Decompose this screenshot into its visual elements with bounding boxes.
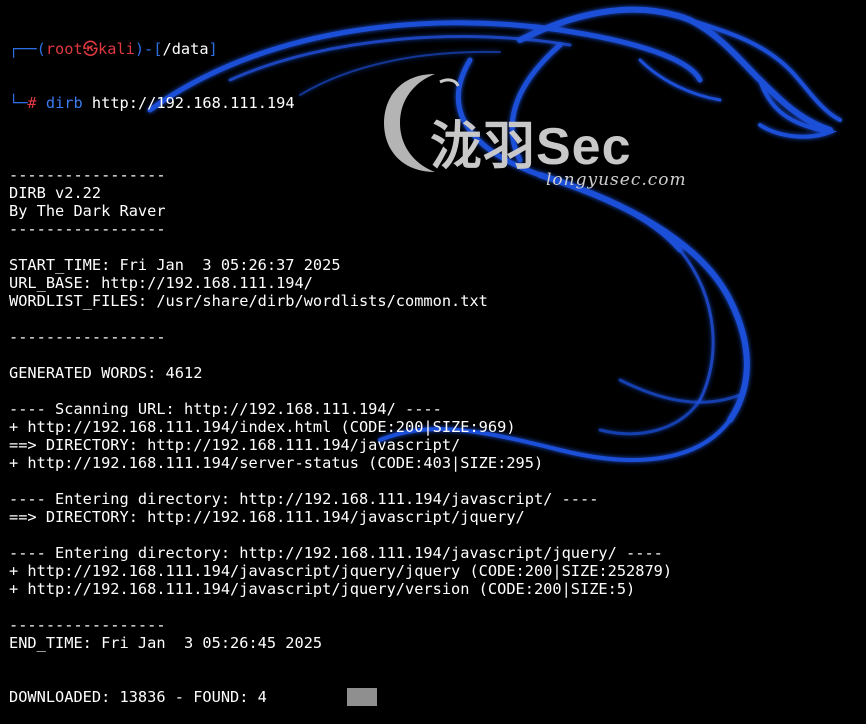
output-line: URL_BASE: http://192.168.111.194/ [9,274,313,292]
output-line: ==> DIRECTORY: http://192.168.111.194/ja… [9,436,461,454]
prompt-line-1: ┌──(root㉿kali)-[/data] [9,40,672,58]
output-line: + http://192.168.111.194/server-status (… [9,454,544,472]
output-line: ----------------- [9,616,166,634]
command-args: http://192.168.111.194 [91,94,295,112]
output-line: + http://192.168.111.194/javascript/jque… [9,580,636,598]
command-name: dirb [45,94,83,112]
output-line: ---- Entering directory: http://192.168.… [9,544,663,562]
output-line: ----------------- [9,220,166,238]
terminal-output: ┌──(root㉿kali)-[/data] └─# dirb http://1… [9,4,672,724]
prompt-mid: )-[ [134,40,163,58]
prompt-host: kali [98,40,135,58]
prompt-second-prefix: └─ [9,94,28,112]
output-block: ----------------- DIRB v2.22 By The Dark R… [9,148,672,652]
downloaded-line: DOWNLOADED: 13836 - FOUND: 4 [9,688,672,706]
prompt-close: ] [208,40,218,58]
output-line: WORDLIST_FILES: /usr/share/dirb/wordlist… [9,292,488,310]
output-line: By The Dark Raver [9,202,166,220]
output-line: + http://192.168.111.194/index.html (COD… [9,418,516,436]
output-line: START_TIME: Fri Jan 3 05:26:37 2025 [9,256,341,274]
skull-icon: ㉿ [82,40,98,58]
prompt-line-2: └─# dirb http://192.168.111.194 [9,94,672,112]
output-line: END_TIME: Fri Jan 3 05:26:45 2025 [9,634,323,652]
output-line: GENERATED WORDS: 4612 [9,364,203,382]
prompt-user: root [45,40,83,58]
prompt-open: ┌──( [9,40,46,58]
output-line: ----------------- [9,166,166,184]
output-line: ----------------- [9,328,166,346]
output-line: ==> DIRECTORY: http://192.168.111.194/ja… [9,508,525,526]
output-line: DIRB v2.22 [9,184,102,202]
downloaded-text: DOWNLOADED: 13836 - FOUND: 4 [9,688,267,706]
output-line: ---- Entering directory: http://192.168.… [9,490,599,508]
terminal-cursor[interactable] [346,688,377,706]
output-line: ---- Scanning URL: http://192.168.111.19… [9,400,442,418]
output-line: + http://192.168.111.194/javascript/jque… [9,562,673,580]
prompt-hash: # [27,94,37,112]
prompt-path: /data [162,40,209,58]
